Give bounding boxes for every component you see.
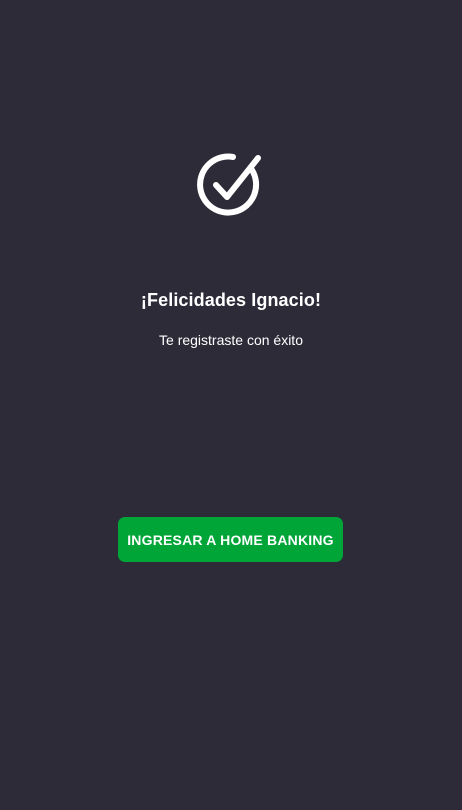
success-message: Te registraste con éxito xyxy=(159,332,303,348)
home-banking-button[interactable]: INGRESAR A HOME BANKING xyxy=(118,517,343,562)
check-circle-icon xyxy=(193,148,269,220)
success-screen: ¡Felicidades Ignacio! Te registraste con… xyxy=(0,0,462,810)
success-title: ¡Felicidades Ignacio! xyxy=(140,290,322,310)
